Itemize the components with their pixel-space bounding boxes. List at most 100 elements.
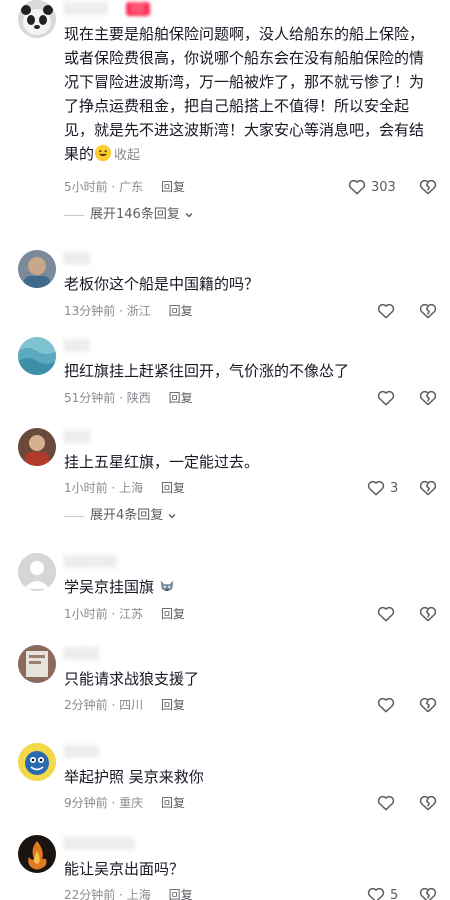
like-button[interactable]: 5 xyxy=(366,884,398,900)
reply-button[interactable]: 回复 xyxy=(169,888,193,900)
heart-icon xyxy=(377,303,395,319)
broken-heart-icon[interactable] xyxy=(418,793,438,813)
like-button[interactable] xyxy=(376,387,396,409)
comment-item: ░░░ 老板你这个船是中国籍的吗？ 13分钟前 · 浙江 回复 xyxy=(0,250,450,320)
broken-heart-icon[interactable] xyxy=(418,177,438,197)
comment-item: ░░░░░░ 学吴京挂国旗 1小时前 · 江苏 回复 xyxy=(0,553,450,623)
grin-emoji-icon xyxy=(94,144,112,162)
comment-item: ░░░░ 只能请求战狼支援了 2分钟前 · 四川 回复 xyxy=(0,645,450,715)
avatar[interactable] xyxy=(18,250,56,288)
username[interactable]: ░░░░░░░░ xyxy=(64,837,136,851)
comment-time: 5小时前 xyxy=(64,180,108,194)
chevron-down-icon xyxy=(185,213,193,218)
comment-location: 上海 xyxy=(126,888,151,900)
broken-heart-icon[interactable] xyxy=(418,388,438,408)
broken-heart-icon[interactable] xyxy=(418,478,438,498)
heart-icon xyxy=(367,887,385,900)
like-button[interactable] xyxy=(376,792,396,814)
heart-icon xyxy=(348,179,366,195)
heart-icon xyxy=(367,480,385,496)
user-photo-avatar-icon xyxy=(18,250,56,288)
broken-heart-icon[interactable] xyxy=(418,604,438,624)
comment-time: 1小时前 xyxy=(64,607,108,621)
broken-heart-icon[interactable] xyxy=(418,695,438,715)
comment-location: 重庆 xyxy=(119,796,144,810)
user-photo-avatar-icon xyxy=(18,645,56,683)
reply-button[interactable]: 回复 xyxy=(161,698,185,712)
username[interactable]: ░░░ xyxy=(64,252,91,266)
heart-icon xyxy=(377,606,395,622)
comment-time: 9分钟前 xyxy=(64,796,108,810)
reply-button[interactable]: 回复 xyxy=(161,607,185,621)
comment-text: 挂上五星红旗，一定能过去。 xyxy=(64,453,260,471)
comment-time: 2分钟前 xyxy=(64,698,108,712)
collapse-link[interactable]: 收起 xyxy=(114,148,140,163)
expand-replies-button[interactable]: 展开4条回复 xyxy=(64,507,177,525)
comment-meta: 1小时前 · 江苏 回复 xyxy=(64,605,185,623)
reply-button[interactable]: 回复 xyxy=(169,391,193,405)
avatar[interactable] xyxy=(18,337,56,375)
like-count: 303 xyxy=(371,179,396,195)
expand-replies-button[interactable]: 展开146条回复 xyxy=(64,206,194,224)
like-count: 5 xyxy=(390,887,399,900)
comment-list: ░░░░░ ░░ 现在主要是船舶保险问题啊，没人给船东的船上保险，或者保险费很高… xyxy=(0,0,450,900)
comment-location: 浙江 xyxy=(126,304,151,318)
username[interactable]: ░░░░ xyxy=(64,647,100,661)
comment-meta: 9分钟前 · 重庆 回复 xyxy=(64,794,185,812)
avatar[interactable] xyxy=(18,645,56,683)
meta-separator: · xyxy=(119,304,123,318)
comment-location: 陕西 xyxy=(126,391,151,405)
like-count: 3 xyxy=(390,480,399,496)
comment-item: ░░░ 把红旗挂上赶紧往回开，气价涨的不像怂了 51分钟前 · 陕西 回复 xyxy=(0,337,450,407)
avatar[interactable] xyxy=(18,428,56,466)
broken-heart-icon[interactable] xyxy=(418,301,438,321)
like-button[interactable] xyxy=(376,694,396,716)
reply-button[interactable]: 回复 xyxy=(161,796,185,810)
comment-body: 学吴京挂国旗 xyxy=(64,578,155,596)
avatar[interactable] xyxy=(18,0,56,38)
meta-separator: · xyxy=(119,888,123,900)
broken-heart-icon[interactable] xyxy=(418,885,438,900)
comment-item: ░░░░░░░░ 能让吴京出面吗？ 22分钟前 · 上海 回复 5 xyxy=(0,835,450,900)
comment-time: 1小时前 xyxy=(64,481,108,495)
comment-item: ░░░░ 举起护照 吴京来救你 9分钟前 · 重庆 回复 xyxy=(0,743,450,813)
avatar[interactable] xyxy=(18,553,56,591)
meta-separator: · xyxy=(111,796,116,810)
like-button[interactable]: 3 xyxy=(366,477,398,499)
expand-line xyxy=(64,214,84,216)
username[interactable]: ░░░░ xyxy=(64,745,100,759)
avatar[interactable] xyxy=(18,743,56,781)
fire-avatar-icon xyxy=(18,835,56,873)
reply-button[interactable]: 回复 xyxy=(161,481,185,495)
like-button[interactable] xyxy=(376,603,396,625)
reply-button[interactable]: 回复 xyxy=(161,180,185,194)
meta-separator: · xyxy=(111,180,116,194)
avatar[interactable] xyxy=(18,835,56,873)
wolf-emoji-icon xyxy=(160,580,174,592)
username[interactable]: ░░░ xyxy=(64,430,91,444)
meta-separator: · xyxy=(111,481,116,495)
comment-meta: 51分钟前 · 陕西 回复 xyxy=(64,389,193,407)
comment-item: ░░░░░ ░░ 现在主要是船舶保险问题啊，没人给船东的船上保险，或者保险费很高… xyxy=(0,0,450,230)
user-photo-avatar-icon xyxy=(18,428,56,466)
comment-text: 老板你这个船是中国籍的吗？ xyxy=(64,275,260,293)
author-badge: ░░ xyxy=(126,2,150,16)
comment-text: 把红旗挂上赶紧往回开，气价涨的不像怂了 xyxy=(64,362,350,380)
expand-line xyxy=(64,515,84,517)
username[interactable]: ░░░░░ xyxy=(64,2,109,16)
like-button[interactable]: 303 xyxy=(347,176,396,198)
meta-separator: · xyxy=(119,391,123,405)
comment-meta: 22分钟前 · 上海 回复 xyxy=(64,886,193,900)
comment-location: 四川 xyxy=(119,698,144,712)
comment-item: ░░░ 挂上五星红旗，一定能过去。 1小时前 · 上海 回复 3 展开4条回复 xyxy=(0,428,450,528)
comment-location: 江苏 xyxy=(119,607,144,621)
reply-button[interactable]: 回复 xyxy=(169,304,193,318)
username[interactable]: ░░░ xyxy=(64,339,91,353)
like-button[interactable] xyxy=(376,300,396,322)
comment-meta: 13分钟前 · 浙江 回复 xyxy=(64,302,193,320)
username[interactable]: ░░░░░░ xyxy=(64,555,118,569)
water-avatar-icon xyxy=(18,337,56,375)
heart-icon xyxy=(377,390,395,406)
comment-text: 现在主要是船舶保险问题啊，没人给船东的船上保险，或者保险费很高，你说哪个船东会在… xyxy=(64,22,434,168)
comment-meta: 2分钟前 · 四川 回复 xyxy=(64,696,185,714)
